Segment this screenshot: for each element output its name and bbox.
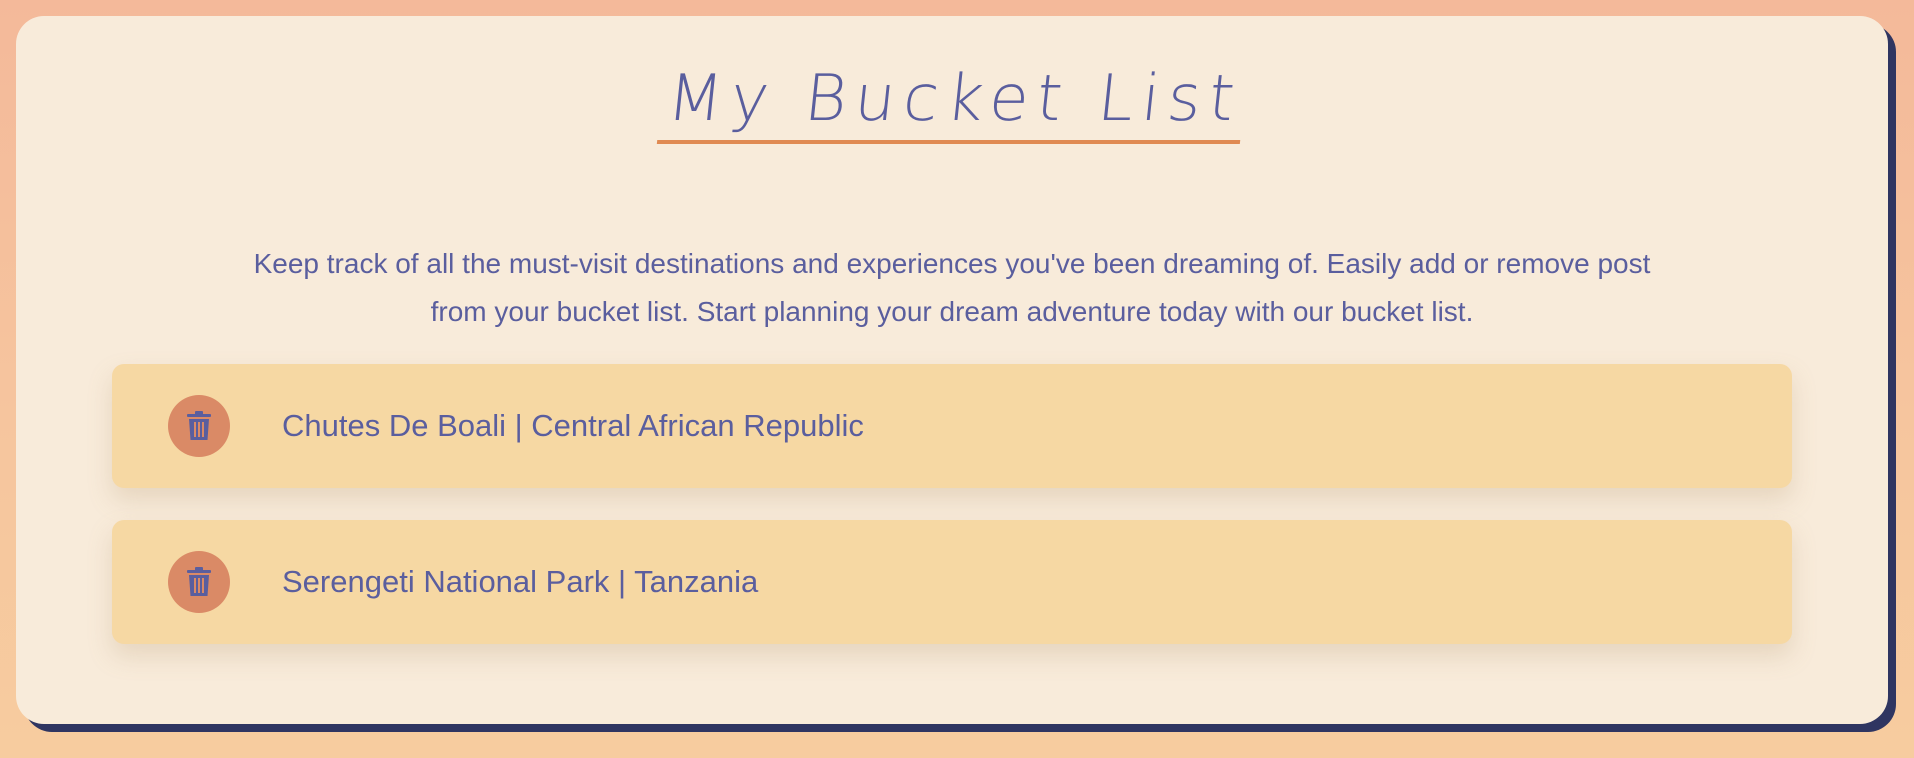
list-item-label: Chutes De Boali | Central African Republ… [282, 408, 864, 443]
list-item: Chutes De Boali | Central African Republ… [112, 364, 1792, 488]
delete-button[interactable] [168, 551, 230, 613]
bucket-list-card: My Bucket List Keep track of all the mus… [16, 16, 1888, 724]
bucket-list: Chutes De Boali | Central African Republ… [112, 364, 1792, 676]
trash-icon [186, 567, 212, 597]
title-wrapper: My Bucket List [16, 62, 1888, 145]
page-title: My Bucket List [656, 62, 1248, 145]
list-item: Serengeti National Park | Tanzania [112, 520, 1792, 644]
delete-button[interactable] [168, 395, 230, 457]
trash-icon [186, 411, 212, 441]
list-item-label: Serengeti National Park | Tanzania [282, 564, 759, 599]
page-description: Keep track of all the must-visit destina… [253, 248, 1651, 327]
